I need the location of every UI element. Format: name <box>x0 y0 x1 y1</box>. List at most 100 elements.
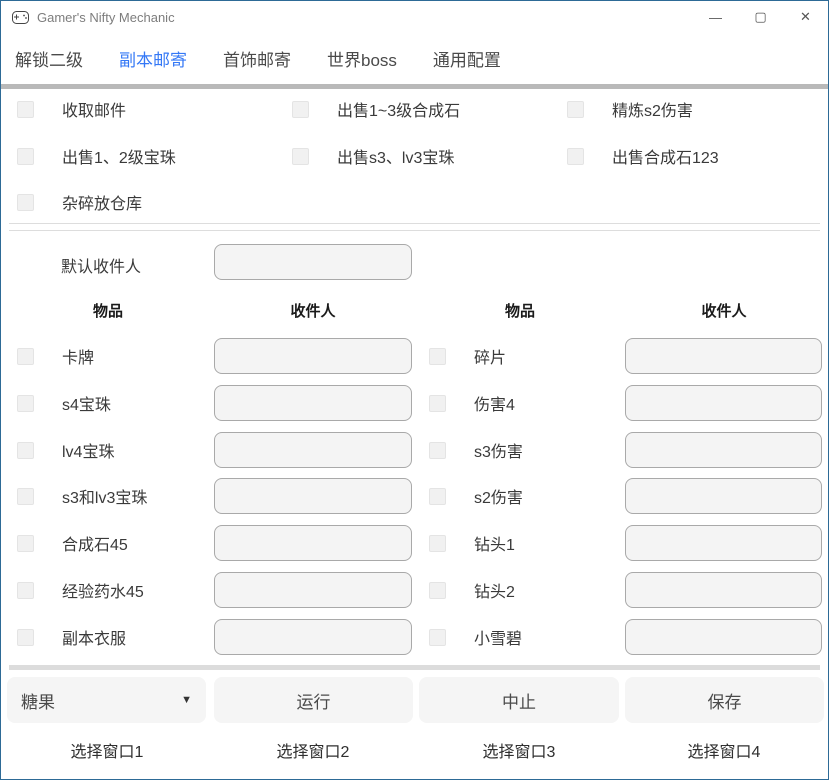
sell-s3-lv3-pearl-checkbox[interactable] <box>292 148 309 165</box>
misc-to-warehouse-checkbox[interactable] <box>17 194 34 211</box>
row-exp-potion-45: 经验药水45 <box>17 572 144 608</box>
recipient-input[interactable] <box>214 385 412 421</box>
row-checkbox[interactable] <box>429 488 446 505</box>
row-label: 小雪碧 <box>474 625 522 649</box>
save-button[interactable]: 保存 <box>625 677 824 723</box>
window-controls: — ▢ ✕ <box>693 1 828 33</box>
chevron-down-icon: ▼ <box>181 694 192 706</box>
recipient-input[interactable] <box>625 432 822 468</box>
tabbar-divider <box>1 84 828 89</box>
row-s4-pearl: s4宝珠 <box>17 385 111 421</box>
option-collect-mail: 收取邮件 <box>17 100 126 118</box>
recipient-input[interactable] <box>214 619 412 655</box>
maximize-button[interactable]: ▢ <box>738 1 783 33</box>
default-recipient-label: 默认收件人 <box>61 253 141 277</box>
window-dropdown[interactable]: 糖果 ▼ <box>7 677 206 723</box>
row-drill1: 钻头1 <box>429 525 515 561</box>
tab-world-boss[interactable]: 世界boss <box>327 46 397 71</box>
option-label: 精炼s2伤害 <box>612 97 693 121</box>
row-s3-damage: s3伤害 <box>429 432 523 468</box>
tab-general-config[interactable]: 通用配置 <box>433 46 501 71</box>
row-label: 碎片 <box>474 344 506 368</box>
option-refine-s2-damage: 精炼s2伤害 <box>567 100 693 118</box>
recipient-input[interactable] <box>625 525 822 561</box>
select-window-1[interactable]: 选择窗口1 <box>71 738 144 762</box>
option-label: 杂碎放仓库 <box>62 190 142 214</box>
row-checkbox[interactable] <box>429 442 446 459</box>
title-bar: Gamer's Nifty Mechanic — ▢ ✕ <box>1 1 828 33</box>
row-label: 卡牌 <box>62 344 94 368</box>
footer-divider <box>9 665 820 670</box>
row-checkbox[interactable] <box>429 535 446 552</box>
row-checkbox[interactable] <box>429 629 446 646</box>
tab-unlock-level2[interactable]: 解锁二级 <box>15 46 83 71</box>
gamepad-icon <box>12 11 29 24</box>
tab-jewelry-mail[interactable]: 首饰邮寄 <box>223 46 291 71</box>
recipient-input[interactable] <box>214 478 412 514</box>
recipient-input[interactable] <box>625 478 822 514</box>
default-recipient-input[interactable] <box>214 244 412 280</box>
window-dropdown-value: 糖果 <box>21 688 55 713</box>
row-sprite: 小雪碧 <box>429 619 522 655</box>
recipient-input[interactable] <box>625 572 822 608</box>
row-dungeon-clothes: 副本衣服 <box>17 619 126 655</box>
sell-synth-stone-123-checkbox[interactable] <box>567 148 584 165</box>
close-button[interactable]: ✕ <box>783 1 828 33</box>
option-label: 出售合成石123 <box>612 144 719 168</box>
row-checkbox[interactable] <box>17 488 34 505</box>
sell-synth-stone-1-3-checkbox[interactable] <box>292 101 309 118</box>
row-fragment: 碎片 <box>429 338 506 374</box>
row-label: 钻头1 <box>474 531 515 555</box>
row-label: s3和lv3宝珠 <box>62 484 147 508</box>
recipient-input[interactable] <box>214 432 412 468</box>
row-label: 合成石45 <box>62 531 128 555</box>
row-checkbox[interactable] <box>17 348 34 365</box>
option-sell-s3-lv3-pearl: 出售s3、lv3宝珠 <box>292 147 454 165</box>
column-header-recipient: 收件人 <box>701 300 746 321</box>
recipient-input[interactable] <box>625 619 822 655</box>
row-checkbox[interactable] <box>429 348 446 365</box>
row-checkbox[interactable] <box>17 395 34 412</box>
row-synth-stone-45: 合成石45 <box>17 525 128 561</box>
sell-pearl-1-2-checkbox[interactable] <box>17 148 34 165</box>
select-window-2[interactable]: 选择窗口2 <box>277 738 350 762</box>
row-checkbox[interactable] <box>17 629 34 646</box>
row-checkbox[interactable] <box>429 582 446 599</box>
select-window-4[interactable]: 选择窗口4 <box>688 738 761 762</box>
refine-s2-damage-checkbox[interactable] <box>567 101 584 118</box>
row-card: 卡牌 <box>17 338 94 374</box>
row-label: lv4宝珠 <box>62 438 114 462</box>
recipient-input[interactable] <box>625 385 822 421</box>
option-sell-synth-stone-1-3: 出售1~3级合成石 <box>292 100 460 118</box>
recipient-input[interactable] <box>625 338 822 374</box>
row-label: s4宝珠 <box>62 391 111 415</box>
row-checkbox[interactable] <box>429 395 446 412</box>
option-sell-pearl-1-2: 出售1、2级宝珠 <box>17 147 176 165</box>
run-button[interactable]: 运行 <box>214 677 413 723</box>
recipient-input[interactable] <box>214 338 412 374</box>
select-window-3[interactable]: 选择窗口3 <box>483 738 556 762</box>
option-label: 出售1~3级合成石 <box>337 97 460 121</box>
recipient-input[interactable] <box>214 525 412 561</box>
minimize-button[interactable]: — <box>693 1 738 33</box>
row-label: s2伤害 <box>474 484 523 508</box>
tab-bar: 解锁二级 副本邮寄 首饰邮寄 世界boss 通用配置 <box>1 33 828 84</box>
window-title: Gamer's Nifty Mechanic <box>37 10 175 25</box>
recipient-input[interactable] <box>214 572 412 608</box>
row-checkbox[interactable] <box>17 535 34 552</box>
option-label: 出售1、2级宝珠 <box>62 144 176 168</box>
row-s3-lv3-pearl: s3和lv3宝珠 <box>17 478 147 514</box>
row-label: 钻头2 <box>474 578 515 602</box>
row-label: 经验药水45 <box>62 578 144 602</box>
stop-button[interactable]: 中止 <box>419 677 619 723</box>
row-damage4: 伤害4 <box>429 385 515 421</box>
collect-mail-checkbox[interactable] <box>17 101 34 118</box>
column-header-recipient: 收件人 <box>290 300 335 321</box>
column-header-item: 物品 <box>505 300 535 321</box>
row-label: 伤害4 <box>474 391 515 415</box>
row-checkbox[interactable] <box>17 442 34 459</box>
option-sell-synth-stone-123: 出售合成石123 <box>567 147 719 165</box>
app-window: Gamer's Nifty Mechanic — ▢ ✕ 解锁二级 副本邮寄 首… <box>0 0 829 780</box>
row-checkbox[interactable] <box>17 582 34 599</box>
tab-dungeon-mail[interactable]: 副本邮寄 <box>119 46 187 71</box>
